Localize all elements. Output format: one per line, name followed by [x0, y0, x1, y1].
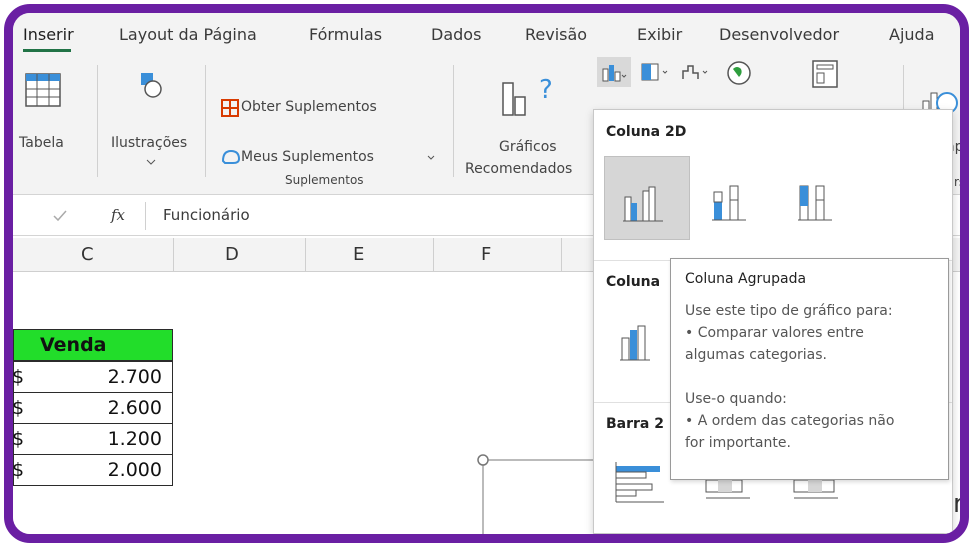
chart-placeholder-frame[interactable] [473, 441, 603, 534]
tooltip-line: algumas categorias. [685, 347, 827, 363]
percent-stacked-column-icon [798, 185, 832, 221]
clustered-bar-icon [615, 462, 664, 503]
table-row[interactable]: $ 1.200 [13, 423, 173, 455]
graficos-label: Gráficos [499, 139, 557, 155]
chevron-down-icon [427, 155, 435, 160]
separator [453, 65, 454, 177]
venda-value: 2.700 [107, 366, 162, 388]
venda-header-cell[interactable]: Venda [13, 329, 173, 361]
venda-value: 2.000 [107, 459, 162, 481]
store-icon [221, 99, 239, 117]
tab-ajuda[interactable]: Ajuda [889, 25, 935, 44]
currency-symbol: $ [13, 428, 25, 450]
obter-suplementos-label: Obter Suplementos [241, 99, 377, 115]
illustrations-icon [141, 73, 162, 98]
tab-dados[interactable]: Dados [431, 25, 481, 44]
column-header-d[interactable]: D [225, 244, 239, 265]
column-chart-button[interactable] [597, 57, 631, 87]
tooltip-line: • Comparar valores entre [685, 325, 864, 341]
question-mark-icon: ? [539, 75, 553, 105]
tooltip-line: Use-o quando: [685, 391, 787, 407]
excel-window: Inserir Layout da Página Fórmulas Dados … [13, 13, 960, 534]
currency-symbol: $ [13, 459, 25, 481]
venda-value: 2.600 [107, 397, 162, 419]
column-divider [305, 238, 306, 272]
table-row[interactable]: $ 2.000 [13, 454, 173, 486]
meus-suplementos-label: Meus Suplementos [241, 149, 374, 165]
column-divider [561, 238, 562, 272]
separator [145, 202, 146, 230]
section-coluna-2d: Coluna 2D [606, 124, 687, 140]
tabela-label: Tabela [19, 135, 64, 151]
tooltip-title: Coluna Agrupada [685, 271, 807, 287]
column-chart-icon [602, 65, 627, 82]
separator [205, 65, 206, 177]
currency-symbol: $ [13, 397, 25, 419]
separator [97, 65, 98, 177]
stacked-column-icon [712, 185, 746, 221]
column-divider [433, 238, 434, 272]
clustered-column-option[interactable] [604, 156, 690, 240]
venda-value: 1.200 [107, 428, 162, 450]
waterfall-chart-icon [682, 65, 708, 79]
chevron-down-icon [146, 159, 156, 165]
tab-inserir[interactable]: Inserir [23, 25, 74, 44]
fx-icon[interactable]: fx [111, 206, 125, 224]
globe-icon [727, 61, 751, 85]
tooltip-line: • A ordem das categorias não [685, 413, 895, 429]
column-divider [173, 238, 174, 272]
formula-input[interactable]: Funcionário [163, 206, 250, 224]
recomendados-label: Recomendados [465, 161, 573, 177]
tab-revisao[interactable]: Revisão [525, 25, 587, 44]
hierarchy-chart-icon [641, 63, 668, 81]
tab-formulas[interactable]: Fórmulas [309, 25, 382, 44]
check-icon[interactable] [53, 210, 67, 222]
currency-symbol: $ [13, 366, 25, 388]
purple-frame: Inserir Layout da Página Fórmulas Dados … [4, 4, 969, 543]
tab-desenvolvedor[interactable]: Desenvolvedor [719, 25, 839, 44]
table-row[interactable]: $ 2.700 [13, 361, 173, 393]
column-header-c[interactable]: C [81, 244, 94, 265]
3d-column-icon [620, 325, 650, 361]
column-header-f[interactable]: F [481, 244, 491, 265]
tab-layout-da-pagina[interactable]: Layout da Página [119, 25, 257, 44]
tooltip-line: Use este tipo de gráfico para: [685, 303, 893, 319]
section-coluna-3d: Coluna [606, 274, 661, 290]
ribbon-tab-bar: Inserir Layout da Página Fórmulas Dados … [13, 13, 960, 55]
suplementos-group-label: Suplementos [285, 173, 364, 187]
tooltip-line: for importante. [685, 435, 791, 451]
clustered-column-icon [623, 186, 663, 222]
table-icon [25, 73, 61, 107]
table-row[interactable]: $ 2.600 [13, 392, 173, 424]
column-header-e[interactable]: E [353, 244, 364, 265]
active-tab-indicator [23, 49, 71, 52]
3d-column-option[interactable] [604, 306, 674, 376]
tab-exibir[interactable]: Exibir [637, 25, 682, 44]
section-barra-2d: Barra 2 [606, 416, 664, 432]
addins-icon [221, 149, 241, 164]
ilustracoes-label: Ilustrações [111, 135, 188, 151]
percent-stacked-column-option[interactable] [784, 156, 864, 240]
stacked-column-option[interactable] [698, 156, 778, 240]
clustered-column-tooltip: Coluna Agrupada Use este tipo de gráfico… [670, 258, 949, 480]
pivot-chart-icon [812, 60, 838, 88]
venda-header-text: Venda [40, 334, 107, 356]
